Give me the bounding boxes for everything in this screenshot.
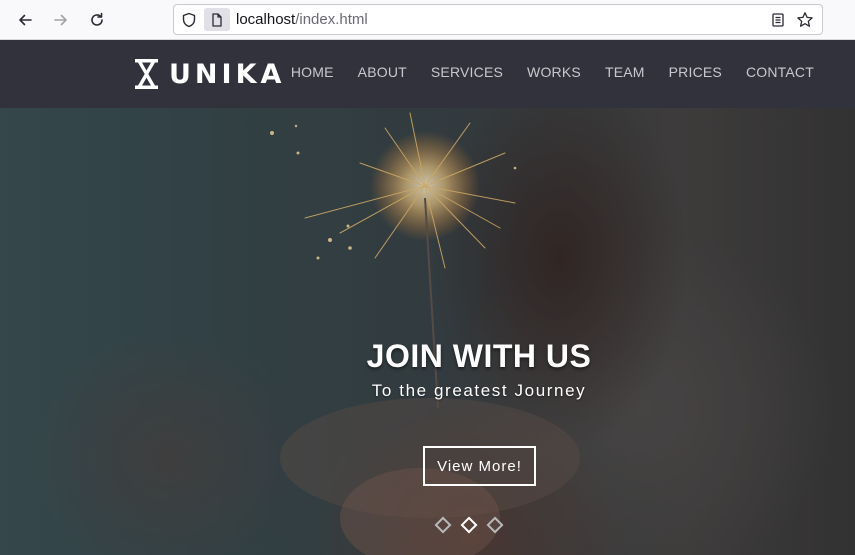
- back-arrow-icon[interactable]: [13, 9, 37, 31]
- hourglass-logo-icon: [135, 59, 158, 89]
- site-header: UNIKA HOME ABOUT SERVICES WORKS TEAM PRI…: [0, 40, 855, 108]
- site-logo[interactable]: UNIKA: [134, 58, 285, 90]
- nav-home[interactable]: HOME: [291, 64, 334, 80]
- hero-slider: JOIN WITH US To the greatest Journey Vie…: [0, 108, 855, 555]
- slide-dot-2[interactable]: [460, 516, 478, 534]
- shield-icon[interactable]: [181, 12, 197, 28]
- browser-toolbar: localhost/index.html: [0, 0, 855, 40]
- nav-contact[interactable]: CONTACT: [746, 64, 814, 80]
- view-more-button[interactable]: View More!: [423, 446, 536, 486]
- url-text[interactable]: localhost/index.html: [236, 11, 368, 28]
- main-navigation: HOME ABOUT SERVICES WORKS TEAM PRICES CO…: [267, 64, 814, 80]
- hero-caption: JOIN WITH US To the greatest Journey: [0, 338, 855, 401]
- nav-about[interactable]: ABOUT: [358, 64, 407, 80]
- slider-pagination: [434, 516, 504, 534]
- hero-overlay: [0, 108, 855, 555]
- slide-dot-1[interactable]: [434, 516, 452, 534]
- nav-team[interactable]: TEAM: [605, 64, 645, 80]
- nav-works[interactable]: WORKS: [527, 64, 581, 80]
- reader-view-icon[interactable]: [770, 12, 786, 28]
- page-info-button[interactable]: [204, 8, 230, 31]
- url-path: /index.html: [295, 11, 368, 28]
- forward-arrow-icon[interactable]: [49, 9, 73, 31]
- hero-subtitle: To the greatest Journey: [371, 381, 587, 400]
- nav-services[interactable]: SERVICES: [431, 64, 503, 80]
- nav-prices[interactable]: PRICES: [669, 64, 722, 80]
- reload-icon[interactable]: [85, 9, 109, 31]
- url-host: localhost: [236, 11, 296, 28]
- page-icon: [212, 12, 222, 27]
- hero-title: JOIN WITH US: [366, 338, 592, 374]
- bookmark-star-icon[interactable]: [796, 11, 814, 29]
- address-bar[interactable]: localhost/index.html: [173, 4, 823, 35]
- slide-dot-3[interactable]: [486, 516, 504, 534]
